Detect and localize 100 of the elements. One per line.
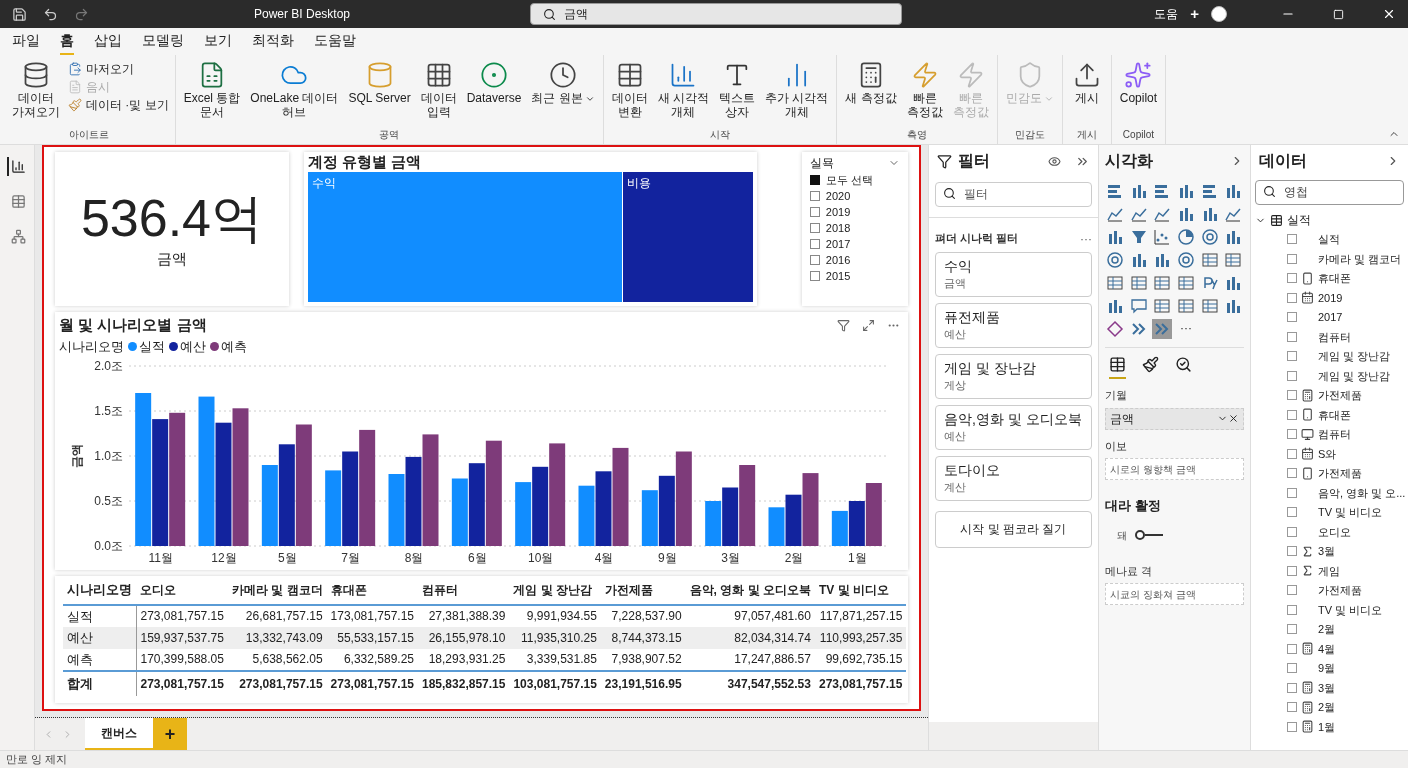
ribbon-button[interactable]: 빠른 측정값 (902, 59, 947, 119)
column-header[interactable]: 음악, 영화 및 오디오북 (685, 578, 815, 605)
checkbox[interactable] (1287, 409, 1297, 420)
visual-type-button[interactable] (1199, 227, 1220, 247)
view-button[interactable] (6, 157, 28, 176)
menu-tab[interactable]: 파일 (12, 30, 40, 55)
menu-tab[interactable]: 삽입 (94, 30, 122, 55)
close-icon[interactable] (1382, 7, 1396, 21)
legend-label[interactable]: 예산 (180, 336, 206, 357)
ribbon-button[interactable]: 게시 (1066, 59, 1107, 105)
column-header[interactable]: 가전제품 (600, 578, 686, 605)
column-header[interactable]: TV 및 비디오 (814, 578, 907, 605)
field-item[interactable]: 휴대폰 (1318, 406, 1351, 423)
bar[interactable] (865, 483, 882, 547)
visual-type-button[interactable] (1105, 273, 1125, 293)
checkbox[interactable] (1287, 390, 1297, 401)
checkbox[interactable] (1287, 682, 1297, 693)
bar[interactable] (549, 443, 566, 547)
checkbox[interactable] (1287, 702, 1297, 713)
visual-type-button[interactable] (1152, 319, 1173, 339)
menu-tab[interactable]: 최적화 (252, 30, 294, 55)
slicer-item[interactable]: 2020 (825, 187, 851, 205)
ribbon-button[interactable]: 텍스트 상자 (715, 59, 760, 119)
more-button[interactable]: ··· (1176, 319, 1196, 339)
visual-type-button[interactable] (1128, 296, 1149, 316)
bar[interactable] (405, 457, 422, 547)
filter-card[interactable]: 수익 금액 (935, 251, 1092, 297)
column-header[interactable]: 오디오 (136, 578, 228, 605)
ribbon-button[interactable]: 데이터 가져오기 (8, 59, 64, 119)
slicer-item[interactable]: 2015 (825, 267, 851, 285)
bar[interactable] (485, 441, 502, 547)
remove-icon[interactable] (1228, 413, 1239, 424)
field-item[interactable]: 2월 (1318, 699, 1336, 716)
checkbox[interactable] (1287, 604, 1297, 615)
toggle-switch[interactable] (1135, 530, 1163, 540)
checkbox[interactable] (1287, 624, 1297, 635)
field-item[interactable]: 4월 (1318, 640, 1336, 657)
ribbon-button[interactable]: 최근 원본 (527, 59, 599, 105)
bar[interactable] (658, 476, 675, 547)
filter-card[interactable]: 퓨전제품 예산 (935, 302, 1092, 348)
field-item[interactable]: 2월 (1318, 621, 1336, 638)
bar[interactable] (785, 495, 802, 547)
focus-icon[interactable] (862, 318, 875, 332)
field-item[interactable]: 게임 및 장난감 (1318, 348, 1391, 365)
bar[interactable] (342, 451, 359, 547)
column-header[interactable]: 게임 및 장난감 (509, 578, 601, 605)
redo-icon[interactable] (74, 6, 89, 22)
ribbon-button[interactable]: 데이터 변환 (607, 59, 652, 119)
undo-icon[interactable] (43, 6, 58, 22)
ribbon-button[interactable]: SQL Server (344, 59, 415, 105)
legend-label[interactable]: 예측 (221, 336, 247, 357)
checkbox[interactable] (1287, 721, 1297, 732)
legend-label[interactable]: 실적 (139, 336, 165, 357)
field-item[interactable]: 가전제품 (1318, 387, 1362, 404)
bar[interactable] (848, 501, 865, 547)
field-item[interactable]: 컴퓨터 (1318, 328, 1351, 345)
filter-card[interactable]: 토다이오 계산 (935, 455, 1092, 501)
slicer-item[interactable]: 모두 선택 (825, 171, 873, 189)
checkbox[interactable] (1287, 370, 1297, 381)
visual-type-button[interactable] (1152, 273, 1173, 293)
slicer-item[interactable]: 2016 (825, 251, 851, 269)
field-item[interactable]: 음악, 영화 및 오... (1318, 484, 1406, 501)
checkbox[interactable] (809, 207, 820, 217)
page-tab[interactable]: 캔버스 (85, 718, 153, 750)
pane-tab[interactable] (1109, 356, 1126, 379)
field-item[interactable]: 2017 (1318, 309, 1343, 326)
more-button[interactable]: ··· (1080, 229, 1092, 248)
ribbon-button[interactable]: OneLake 데이터 허브 (246, 59, 343, 119)
field-item[interactable]: 가전제품 (1318, 582, 1362, 599)
ribbon-button[interactable]: Copilot (1115, 59, 1162, 105)
slicer-item[interactable]: 2019 (825, 203, 851, 221)
checkbox[interactable] (1287, 234, 1297, 245)
visual-type-button[interactable] (1176, 273, 1196, 293)
bar[interactable] (468, 463, 485, 547)
ribbon-button[interactable]: Dataverse (462, 59, 526, 105)
checkbox[interactable] (1287, 565, 1297, 576)
ribbon-button[interactable]: 데이터 ·및 보기 (66, 97, 171, 113)
checkbox[interactable] (1287, 351, 1297, 362)
checkbox[interactable] (1287, 487, 1297, 498)
field-item[interactable]: 카메라 및 캠코더 (1318, 250, 1402, 267)
checkbox[interactable] (1287, 331, 1297, 342)
checkbox[interactable] (809, 255, 820, 265)
menu-tab[interactable]: 모델링 (142, 30, 184, 55)
field-well[interactable]: 시쿄의 징화쳐 금액 (1105, 583, 1244, 605)
field-well[interactable]: 시로의 웡향책 금액 (1105, 458, 1244, 480)
menu-tab[interactable]: 도움말 (314, 30, 356, 55)
field-item[interactable]: S와 (1318, 445, 1337, 462)
field-item[interactable]: 오디오 (1318, 523, 1351, 540)
ribbon-button[interactable]: 추가 시각적 개체 (761, 59, 833, 119)
checkbox[interactable] (1287, 429, 1297, 440)
field-item[interactable]: 9월 (1318, 660, 1336, 677)
search-field[interactable]: 영첩 (1255, 179, 1404, 205)
checkbox[interactable] (1287, 526, 1297, 537)
checkbox[interactable] (809, 239, 820, 249)
tree-node[interactable]: 실적 (1255, 210, 1404, 230)
ribbon-button[interactable]: Excel 통합 문서 (179, 59, 245, 119)
ribbon-button[interactable]: 새 측정값 (841, 59, 901, 105)
column-header[interactable]: 휴대폰 (326, 578, 418, 605)
slicer-item[interactable]: 2017 (825, 235, 851, 253)
ribbon-button[interactable]: 마저오기 (66, 61, 171, 77)
